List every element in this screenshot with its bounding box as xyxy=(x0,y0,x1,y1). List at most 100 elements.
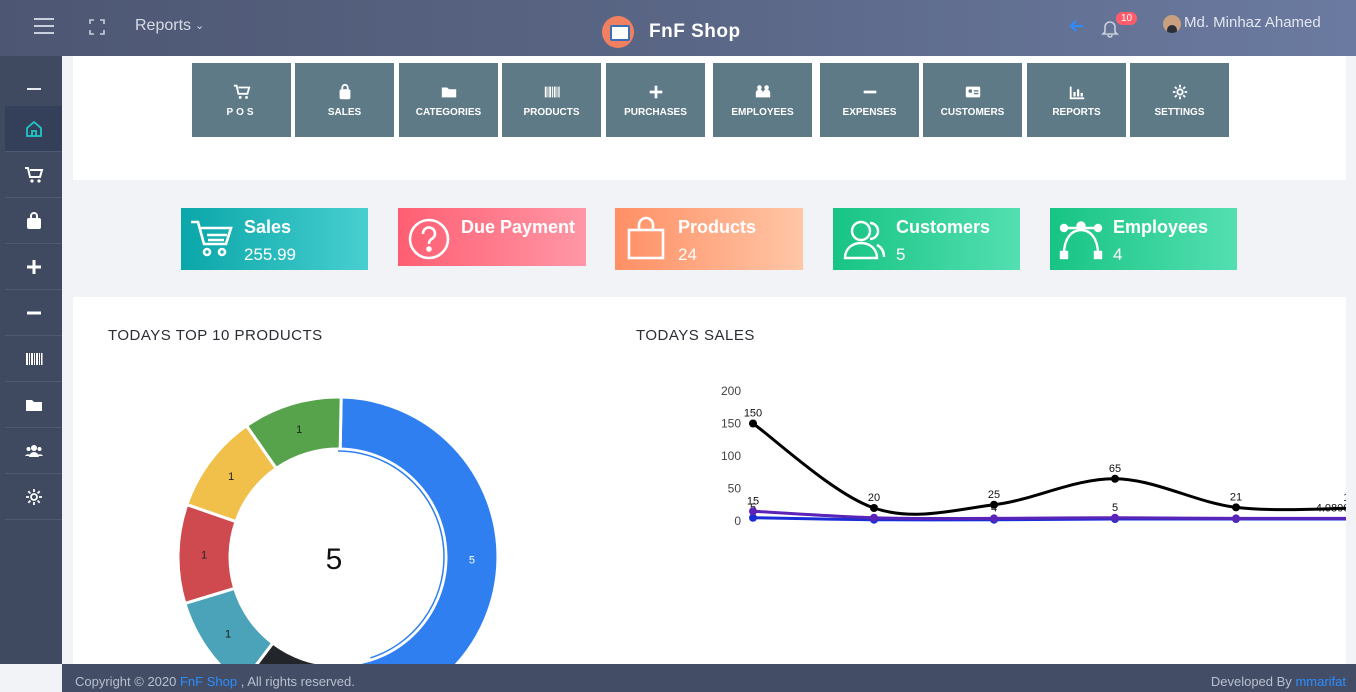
copyright-prefix: Copyright © 2020 xyxy=(75,674,177,689)
stat-value: 255.99 xyxy=(244,245,296,264)
tile-categories[interactable]: CATEGORIES xyxy=(399,63,498,137)
tile-products[interactable]: PRODUCTS xyxy=(502,63,601,137)
stat-value: 5 xyxy=(896,245,906,264)
sidebar-item-products[interactable] xyxy=(5,336,62,382)
tile-sales[interactable]: SALES xyxy=(295,63,394,137)
stat-card-due-payment[interactable]: Due Payment xyxy=(398,208,586,266)
tile-expenses[interactable]: EXPENSES xyxy=(820,63,919,137)
fullscreen-icon[interactable] xyxy=(88,18,106,36)
slice-label: 5 xyxy=(469,555,475,567)
users-icon xyxy=(24,444,43,457)
sidebar-item-categories[interactable] xyxy=(5,382,62,428)
data-point[interactable] xyxy=(870,504,878,512)
y-tick-label: 200 xyxy=(721,384,741,398)
stat-value: 24 xyxy=(678,245,697,264)
sidebar-item-pos[interactable] xyxy=(5,152,62,198)
shop-link[interactable]: FnF Shop xyxy=(180,674,237,689)
sidebar-item-settings[interactable] xyxy=(5,474,62,520)
top-products-title: TODAYS TOP 10 PRODUCTS xyxy=(108,327,323,344)
tile-label: REPORTS xyxy=(1052,106,1101,118)
series-line xyxy=(752,509,1346,521)
stat-card-products[interactable]: Products 24 xyxy=(615,208,803,270)
sidebar-item-expenses[interactable] xyxy=(5,290,62,336)
stat-card-sales[interactable]: Sales 255.99 xyxy=(181,208,368,270)
top-products-donut-chart: 5111115 xyxy=(176,395,500,664)
data-point[interactable] xyxy=(1232,503,1240,512)
tile-label: CATEGORIES xyxy=(415,106,482,118)
barcode-icon xyxy=(544,86,560,97)
tile-settings[interactable]: SETTINGS xyxy=(1130,63,1229,137)
data-point[interactable] xyxy=(1111,513,1119,522)
gear-icon xyxy=(1172,84,1187,99)
stat-card-customers[interactable]: Customers 5 xyxy=(833,208,1020,270)
tile-customers[interactable]: CUSTOMERS xyxy=(923,63,1022,137)
tile-label: SALES xyxy=(327,106,362,118)
home-icon xyxy=(25,120,42,137)
user-name[interactable]: Md. Minhaz Ahamed xyxy=(1184,14,1321,31)
sales-title: TODAYS SALES xyxy=(636,327,755,344)
todays-sales-line-chart: 050100150200515454.080000000999150202565… xyxy=(721,384,1346,528)
avatar[interactable] xyxy=(1163,15,1181,33)
sidebar-item-home[interactable] xyxy=(5,106,62,152)
data-label: 25 xyxy=(988,489,1000,501)
tile-reports[interactable]: REPORTS xyxy=(1027,63,1126,137)
tile-pos[interactable]: POS xyxy=(192,63,291,137)
cart-icon xyxy=(191,220,233,257)
stat-value: 4 xyxy=(1113,245,1123,264)
y-tick-label: 100 xyxy=(721,449,741,463)
people-icon xyxy=(755,84,770,97)
data-point[interactable] xyxy=(990,500,998,509)
data-point[interactable] xyxy=(870,513,878,522)
stat-title: Products xyxy=(678,217,757,237)
stat-title: Sales xyxy=(244,217,292,237)
stat-card-employees[interactable]: Employees 4 xyxy=(1050,208,1237,270)
barcode-icon xyxy=(25,352,42,365)
developer-prefix: Developed By xyxy=(1210,674,1292,689)
tile-purchases[interactable]: PURCHASES xyxy=(606,63,705,137)
donut-slice[interactable] xyxy=(334,395,500,664)
tile-label: SETTINGS xyxy=(1154,106,1205,118)
vector-icon xyxy=(1059,221,1103,260)
cart-icon xyxy=(233,84,250,99)
data-label: 65 xyxy=(1109,463,1121,475)
data-point[interactable] xyxy=(1111,474,1119,483)
top-navbar: Reports ⌄ FnF Shop 10 Md. Minhaz Ahamed xyxy=(0,0,1356,56)
data-point[interactable] xyxy=(749,419,757,428)
tile-employees[interactable]: EMPLOYEES xyxy=(713,63,812,137)
hamburger-menu-icon[interactable] xyxy=(34,18,54,34)
reports-dropdown[interactable]: Reports ⌄ xyxy=(135,17,204,35)
stat-title: Due Payment xyxy=(461,217,576,237)
data-label: 15 xyxy=(747,495,759,507)
stat-title: Customers xyxy=(896,217,991,237)
sidebar-item-purchases[interactable] xyxy=(5,244,62,290)
bag-icon xyxy=(26,211,41,229)
plus-icon xyxy=(26,259,41,274)
brand[interactable]: FnF Shop xyxy=(602,16,741,48)
brand-logo xyxy=(602,16,634,48)
slice-label: 1 xyxy=(225,629,231,641)
slice-label: 1 xyxy=(228,471,234,483)
data-point[interactable] xyxy=(990,514,998,523)
cart-icon xyxy=(24,166,43,183)
reports-dropdown-label: Reports xyxy=(135,17,192,34)
gear-icon xyxy=(25,488,42,505)
bar-chart-icon xyxy=(1069,86,1084,99)
sidebar-item-customers[interactable] xyxy=(5,428,62,474)
bag-icon xyxy=(339,83,350,99)
arrow-left-icon[interactable] xyxy=(1068,17,1086,35)
copyright: Copyright © 2020 FnF Shop , All rights r… xyxy=(75,674,355,689)
notification-badge: 10 xyxy=(1116,12,1138,25)
data-point[interactable] xyxy=(749,507,757,516)
tile-label: PURCHASES xyxy=(624,106,687,118)
tile-label: PRODUCTS xyxy=(523,106,580,118)
data-label: 21 xyxy=(1230,491,1242,503)
data-point[interactable] xyxy=(1232,514,1240,523)
developer-link[interactable]: mmarifat xyxy=(1295,674,1346,689)
charts-panel: TODAYS TOP 10 PRODUCTS TODAYS SALES 5 1 1 1… xyxy=(73,297,1346,664)
sidebar-item-sales[interactable] xyxy=(5,198,62,244)
series-line xyxy=(752,422,1346,516)
id-card-icon xyxy=(965,86,980,97)
bag-icon xyxy=(627,216,665,260)
y-tick-label: 50 xyxy=(728,482,742,496)
folder-icon xyxy=(25,399,42,411)
